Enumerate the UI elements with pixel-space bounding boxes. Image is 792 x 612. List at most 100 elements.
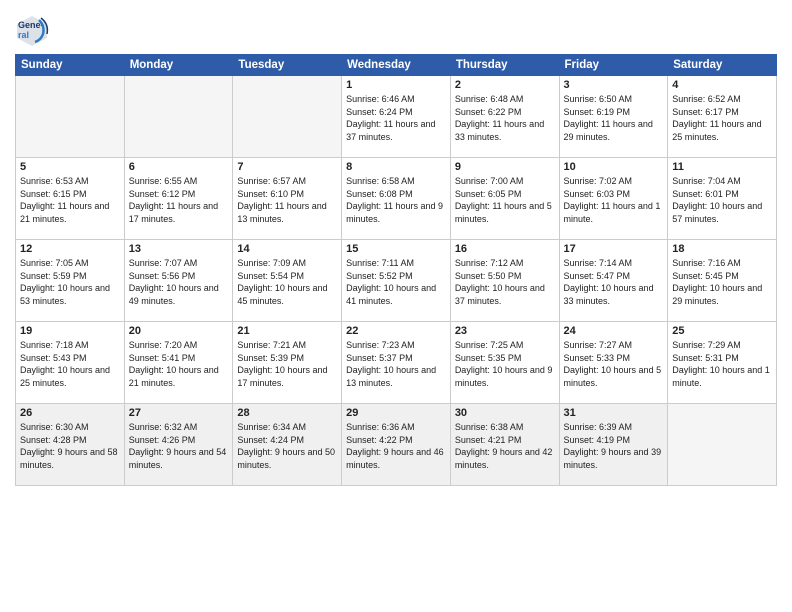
calendar-cell <box>233 76 342 158</box>
day-info: Sunrise: 7:20 AM Sunset: 5:41 PM Dayligh… <box>129 339 229 389</box>
calendar-week-row: 1 Sunrise: 6:46 AM Sunset: 6:24 PM Daylig… <box>16 76 777 158</box>
day-info: Sunrise: 7:29 AM Sunset: 5:31 PM Dayligh… <box>672 339 772 389</box>
calendar-cell: 7 Sunrise: 6:57 AM Sunset: 6:10 PM Daylig… <box>233 158 342 240</box>
calendar-cell: 14 Sunrise: 7:09 AM Sunset: 5:54 PM Dayli… <box>233 240 342 322</box>
day-number: 6 <box>129 161 229 173</box>
day-info: Sunrise: 6:53 AM Sunset: 6:15 PM Dayligh… <box>20 175 120 225</box>
calendar-cell: 22 Sunrise: 7:23 AM Sunset: 5:37 PM Dayli… <box>342 322 451 404</box>
day-number: 17 <box>564 243 664 255</box>
day-number: 28 <box>237 407 337 419</box>
day-number: 22 <box>346 325 446 337</box>
day-number: 19 <box>20 325 120 337</box>
day-number: 3 <box>564 79 664 91</box>
day-number: 14 <box>237 243 337 255</box>
day-info: Sunrise: 7:16 AM Sunset: 5:45 PM Dayligh… <box>672 257 772 307</box>
calendar-cell: 15 Sunrise: 7:11 AM Sunset: 5:52 PM Dayli… <box>342 240 451 322</box>
day-info: Sunrise: 7:12 AM Sunset: 5:50 PM Dayligh… <box>455 257 555 307</box>
day-info: Sunrise: 6:30 AM Sunset: 4:28 PM Dayligh… <box>20 421 120 471</box>
weekday-header-wednesday: Wednesday <box>342 55 451 76</box>
day-info: Sunrise: 6:52 AM Sunset: 6:17 PM Dayligh… <box>672 93 772 143</box>
calendar-cell: 31 Sunrise: 6:39 AM Sunset: 4:19 PM Dayli… <box>559 404 668 486</box>
day-info: Sunrise: 6:32 AM Sunset: 4:26 PM Dayligh… <box>129 421 229 471</box>
day-info: Sunrise: 7:23 AM Sunset: 5:37 PM Dayligh… <box>346 339 446 389</box>
calendar-cell: 3 Sunrise: 6:50 AM Sunset: 6:19 PM Daylig… <box>559 76 668 158</box>
day-info: Sunrise: 7:07 AM Sunset: 5:56 PM Dayligh… <box>129 257 229 307</box>
day-info: Sunrise: 6:39 AM Sunset: 4:19 PM Dayligh… <box>564 421 664 471</box>
day-number: 5 <box>20 161 120 173</box>
day-number: 1 <box>346 79 446 91</box>
day-number: 11 <box>672 161 772 173</box>
header: Gene- ral <box>15 10 777 48</box>
day-info: Sunrise: 6:50 AM Sunset: 6:19 PM Dayligh… <box>564 93 664 143</box>
day-number: 26 <box>20 407 120 419</box>
day-info: Sunrise: 7:18 AM Sunset: 5:43 PM Dayligh… <box>20 339 120 389</box>
calendar-cell <box>668 404 777 486</box>
day-info: Sunrise: 6:48 AM Sunset: 6:22 PM Dayligh… <box>455 93 555 143</box>
logo: Gene- ral <box>15 14 52 48</box>
weekday-header-tuesday: Tuesday <box>233 55 342 76</box>
day-number: 4 <box>672 79 772 91</box>
calendar-cell: 4 Sunrise: 6:52 AM Sunset: 6:17 PM Daylig… <box>668 76 777 158</box>
calendar-cell: 26 Sunrise: 6:30 AM Sunset: 4:28 PM Dayli… <box>16 404 125 486</box>
day-info: Sunrise: 6:38 AM Sunset: 4:21 PM Dayligh… <box>455 421 555 471</box>
calendar-cell <box>16 76 125 158</box>
calendar-cell: 13 Sunrise: 7:07 AM Sunset: 5:56 PM Dayli… <box>124 240 233 322</box>
day-number: 23 <box>455 325 555 337</box>
calendar-cell: 27Sunrise: 6:32 AM Sunset: 4:26 PM Dayli… <box>124 404 233 486</box>
weekday-header-row: SundayMondayTuesdayWednesdayThursdayFrid… <box>16 55 777 76</box>
calendar-cell: 12Sunrise: 7:05 AM Sunset: 5:59 PM Dayli… <box>16 240 125 322</box>
day-info: Sunrise: 7:11 AM Sunset: 5:52 PM Dayligh… <box>346 257 446 307</box>
day-info: Sunrise: 6:58 AM Sunset: 6:08 PM Dayligh… <box>346 175 446 225</box>
day-number: 13 <box>129 243 229 255</box>
calendar-cell: 30 Sunrise: 6:38 AM Sunset: 4:21 PM Dayli… <box>450 404 559 486</box>
calendar-cell: 1 Sunrise: 6:46 AM Sunset: 6:24 PM Daylig… <box>342 76 451 158</box>
day-number: 7 <box>237 161 337 173</box>
calendar-week-row: 26 Sunrise: 6:30 AM Sunset: 4:28 PM Dayli… <box>16 404 777 486</box>
calendar-cell: 2 Sunrise: 6:48 AM Sunset: 6:22 PM Daylig… <box>450 76 559 158</box>
day-info: Sunrise: 6:36 AM Sunset: 4:22 PM Dayligh… <box>346 421 446 471</box>
calendar-cell: 19 Sunrise: 7:18 AM Sunset: 5:43 PM Dayli… <box>16 322 125 404</box>
day-number: 20 <box>129 325 229 337</box>
calendar-cell: 8 Sunrise: 6:58 AM Sunset: 6:08 PM Daylig… <box>342 158 451 240</box>
calendar-cell: 28 Sunrise: 6:34 AM Sunset: 4:24 PM Dayli… <box>233 404 342 486</box>
day-info: Sunrise: 6:55 AM Sunset: 6:12 PM Dayligh… <box>129 175 229 225</box>
day-number: 25 <box>672 325 772 337</box>
day-info: Sunrise: 7:09 AM Sunset: 5:54 PM Dayligh… <box>237 257 337 307</box>
day-info: Sunrise: 7:27 AM Sunset: 5:33 PM Dayligh… <box>564 339 664 389</box>
calendar-cell: 10Sunrise: 7:02 AM Sunset: 6:03 PM Dayli… <box>559 158 668 240</box>
day-info: Sunrise: 7:21 AM Sunset: 5:39 PM Dayligh… <box>237 339 337 389</box>
day-info: Sunrise: 6:46 AM Sunset: 6:24 PM Dayligh… <box>346 93 446 143</box>
calendar-cell: 21 Sunrise: 7:21 AM Sunset: 5:39 PM Dayli… <box>233 322 342 404</box>
day-number: 21 <box>237 325 337 337</box>
day-number: 2 <box>455 79 555 91</box>
day-number: 29 <box>346 407 446 419</box>
day-number: 30 <box>455 407 555 419</box>
day-number: 18 <box>672 243 772 255</box>
calendar-cell: 23Sunrise: 7:25 AM Sunset: 5:35 PM Dayli… <box>450 322 559 404</box>
day-number: 15 <box>346 243 446 255</box>
weekday-header-thursday: Thursday <box>450 55 559 76</box>
svg-text:ral: ral <box>18 30 29 40</box>
day-info: Sunrise: 7:14 AM Sunset: 5:47 PM Dayligh… <box>564 257 664 307</box>
calendar-week-row: 19 Sunrise: 7:18 AM Sunset: 5:43 PM Dayli… <box>16 322 777 404</box>
calendar-cell: 6 Sunrise: 6:55 AM Sunset: 6:12 PM Daylig… <box>124 158 233 240</box>
calendar-table: SundayMondayTuesdayWednesdayThursdayFrid… <box>15 54 777 486</box>
calendar-cell: 25 Sunrise: 7:29 AM Sunset: 5:31 PM Dayli… <box>668 322 777 404</box>
day-number: 16 <box>455 243 555 255</box>
calendar-cell: 9Sunrise: 7:00 AM Sunset: 6:05 PM Daylig… <box>450 158 559 240</box>
calendar-cell: 5 Sunrise: 6:53 AM Sunset: 6:15 PM Daylig… <box>16 158 125 240</box>
day-number: 9 <box>455 161 555 173</box>
calendar-cell: 11Sunrise: 7:04 AM Sunset: 6:01 PM Dayli… <box>668 158 777 240</box>
day-info: Sunrise: 6:34 AM Sunset: 4:24 PM Dayligh… <box>237 421 337 471</box>
day-number: 31 <box>564 407 664 419</box>
calendar-cell <box>124 76 233 158</box>
day-number: 24 <box>564 325 664 337</box>
logo-icon: Gene- ral <box>15 14 49 48</box>
calendar-cell: 20 Sunrise: 7:20 AM Sunset: 5:41 PM Dayli… <box>124 322 233 404</box>
weekday-header-sunday: Sunday <box>16 55 125 76</box>
day-number: 10 <box>564 161 664 173</box>
day-info: Sunrise: 6:57 AM Sunset: 6:10 PM Dayligh… <box>237 175 337 225</box>
day-number: 8 <box>346 161 446 173</box>
weekday-header-friday: Friday <box>559 55 668 76</box>
calendar-cell: 24 Sunrise: 7:27 AM Sunset: 5:33 PM Dayli… <box>559 322 668 404</box>
